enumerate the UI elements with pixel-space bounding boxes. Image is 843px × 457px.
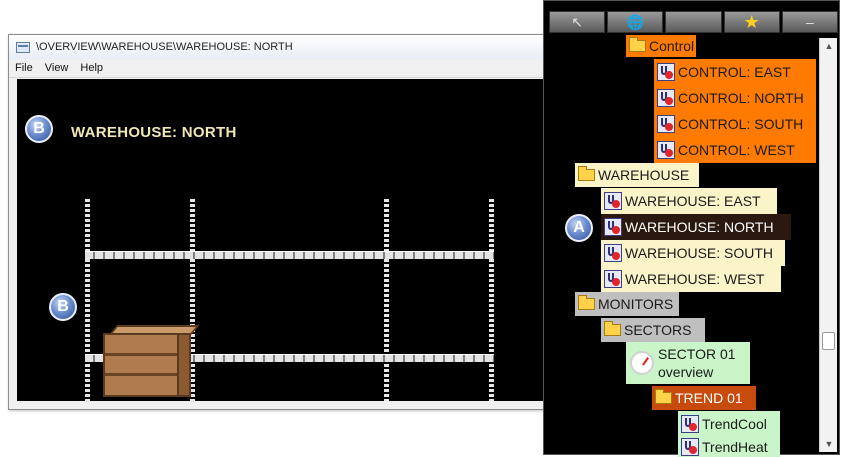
menu-file[interactable]: File [9, 62, 39, 74]
tree-item-label: TREND 01 [675, 390, 743, 406]
tree-item[interactable]: CONTROL: EAST [654, 59, 816, 85]
tree-item-label: TrendCool [702, 416, 767, 432]
warehouse-heading: WAREHOUSE: NORTH [71, 124, 237, 141]
tree-item-label: Control [649, 38, 695, 54]
dash-icon: – [806, 14, 814, 30]
folder-icon [578, 166, 595, 181]
flask-icon [604, 192, 622, 210]
tree-item[interactable]: CONTROL: SOUTH [654, 111, 816, 137]
back-button[interactable]: ↖ [549, 11, 606, 33]
tree-item-label: MONITORS [598, 296, 674, 312]
flask-icon [681, 438, 699, 456]
scroll-down-icon[interactable]: ▼ [820, 436, 838, 452]
tree-item[interactable]: TREND 01 [652, 386, 756, 410]
flask-icon [604, 244, 622, 262]
flask-icon [657, 141, 675, 159]
tree-item[interactable]: MONITORS [575, 292, 679, 316]
tree-item[interactable]: SECTORS [601, 318, 705, 342]
warehouse-window: \OVERVIEW\WAREHOUSE\WAREHOUSE: NORTH Fil… [8, 34, 558, 410]
tree-item[interactable]: CONTROL: WEST [654, 137, 816, 163]
rack-post [489, 199, 494, 401]
rack-shelf-upper [85, 251, 494, 259]
star-icon: ★ [743, 11, 760, 32]
callout-a: A [565, 214, 593, 242]
blank-toolbar-button[interactable] [665, 11, 722, 33]
globe-icon: 🌐 [626, 13, 645, 30]
tree-item[interactable]: SECTOR 01 overview [626, 342, 750, 384]
folder-icon [578, 295, 595, 310]
tree-item-label: CONTROL: WEST [678, 142, 795, 158]
flask-icon [604, 218, 622, 236]
gauge-icon [630, 351, 654, 375]
tree-scrollbar[interactable]: ▲ ▼ [819, 38, 837, 452]
scroll-up-icon[interactable]: ▲ [820, 38, 838, 54]
flask-icon [657, 63, 675, 81]
title-bar[interactable]: \OVERVIEW\WAREHOUSE\WAREHOUSE: NORTH [9, 35, 557, 59]
tree-item-sublabel: overview [658, 364, 714, 380]
tree-item[interactable]: CONTROL: NORTH [654, 85, 816, 111]
tree-toolbar: ↖ 🌐 ★ – [549, 11, 839, 35]
tree-item-label: SECTOR 01 [658, 346, 736, 362]
tree-item[interactable]: TrendHeat [678, 437, 780, 457]
tree-item-labels: SECTOR 01 overview [658, 345, 736, 381]
crate[interactable] [103, 325, 200, 397]
rack-post [384, 199, 389, 401]
tree-item[interactable]: TrendCool [678, 411, 780, 437]
tree-item[interactable]: WAREHOUSE [575, 163, 699, 187]
menu-bar: File View Help [9, 59, 557, 78]
tree-item[interactable]: Control [626, 35, 696, 57]
folder-icon [604, 321, 621, 336]
flask-icon [657, 115, 675, 133]
menu-help[interactable]: Help [74, 62, 109, 74]
tree-item-label: WAREHOUSE: SOUTH [625, 245, 774, 261]
callout-b-crate: B [49, 293, 77, 321]
scroll-thumb[interactable] [822, 332, 835, 350]
callout-b-heading: B [25, 115, 53, 143]
tree-item-label: TrendHeat [702, 439, 768, 455]
tree-item-label: CONTROL: NORTH [678, 90, 804, 106]
flask-icon [681, 415, 699, 433]
tree-item-label: WAREHOUSE: NORTH [625, 219, 774, 235]
window-app-icon [16, 41, 30, 53]
folder-icon [655, 389, 672, 404]
back-arrow-icon: ↖ [571, 13, 583, 30]
tree-item[interactable]: WAREHOUSE: EAST [601, 188, 777, 214]
rack-post [85, 199, 90, 401]
tree-item-label: WAREHOUSE: WEST [625, 271, 765, 287]
tree-item-label: WAREHOUSE [598, 167, 690, 183]
tree-item[interactable]: WAREHOUSE: WEST [601, 266, 781, 292]
menu-view[interactable]: View [39, 62, 75, 74]
tree-item[interactable]: WAREHOUSE: NORTH [601, 214, 791, 240]
tree-item-label: CONTROL: EAST [678, 64, 791, 80]
tree-item-label: SECTORS [624, 322, 692, 338]
globe-button[interactable]: 🌐 [607, 11, 664, 33]
favorites-button[interactable]: ★ [723, 11, 780, 33]
warehouse-canvas: B WAREHOUSE: NORTH B [17, 79, 551, 401]
flask-icon [604, 270, 622, 288]
tree-item-label: CONTROL: SOUTH [678, 116, 804, 132]
tree-item[interactable]: WAREHOUSE: SOUTH [601, 240, 785, 266]
flask-icon [657, 89, 675, 107]
minimize-toolbar-button[interactable]: – [781, 11, 839, 33]
tree-item-label: WAREHOUSE: EAST [625, 193, 761, 209]
window-title: \OVERVIEW\WAREHOUSE\WAREHOUSE: NORTH [36, 41, 293, 53]
folder-icon [629, 37, 646, 52]
